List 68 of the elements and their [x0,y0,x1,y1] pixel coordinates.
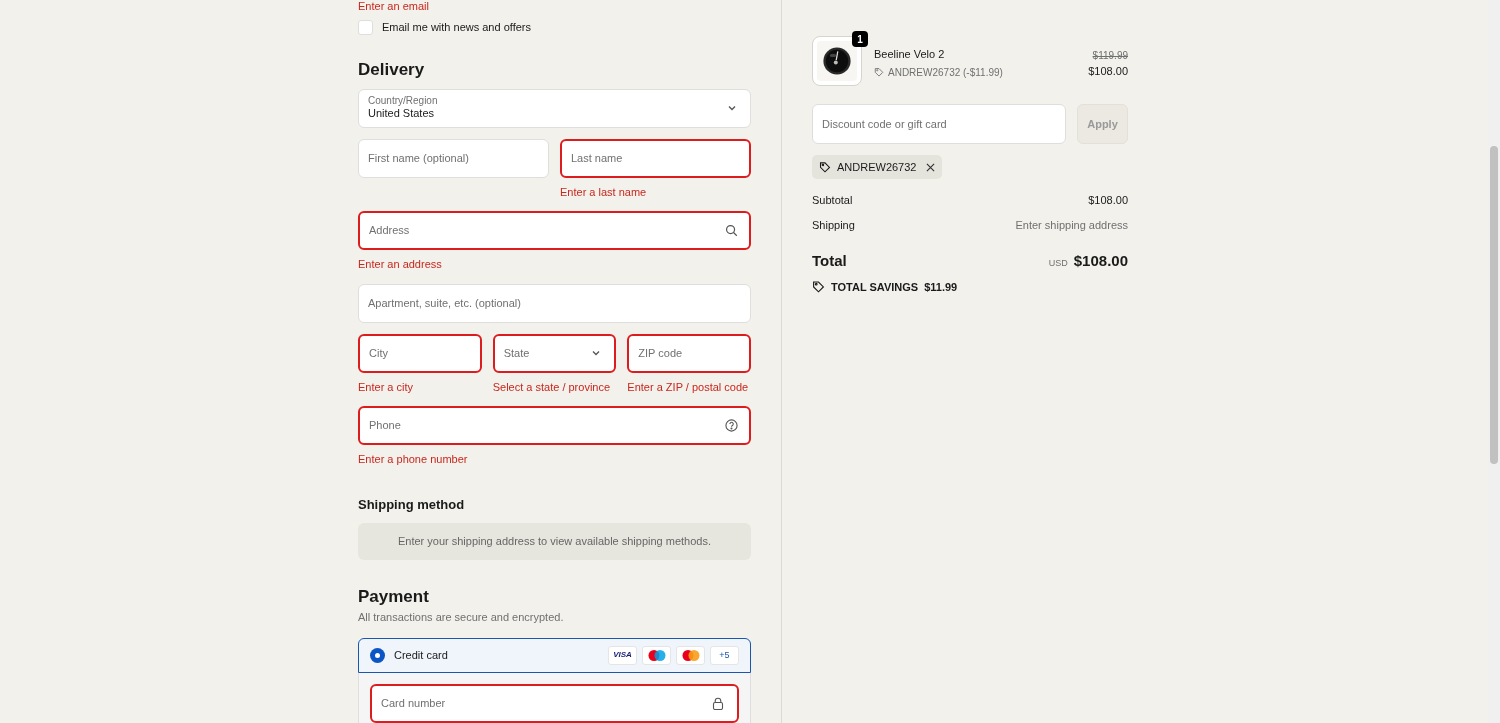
section-heading: Payment [358,586,430,608]
field-placeholder: City [369,345,389,361]
input-field[interactable]: Discount code or gift card [812,104,1066,144]
shipping-info-panel: Enter your shipping address to view available shipping methods. [358,523,751,560]
payment-option-label: Credit card [394,648,449,663]
payment-option[interactable]: Credit card VISA +5 [358,637,751,673]
checkbox[interactable] [358,19,373,35]
input-field[interactable]: Card number [370,684,739,723]
more-cards-badge: +5 [710,645,739,665]
error-message: Enter an address [358,257,443,272]
field-placeholder: Apartment, suite, etc. (optional) [368,295,522,311]
error-message: Enter a ZIP / postal code [627,379,750,395]
error-message: Enter a phone number [358,452,469,467]
maestro-badge [642,645,671,665]
input-field[interactable]: First name (optional) [358,138,549,178]
select-field[interactable]: Country/Region United States [358,88,751,128]
quantity-badge: 1 [852,31,868,47]
item-price: $108.00 [1088,64,1128,79]
chevron-down-icon [591,348,602,358]
field-placeholder: ZIP code [638,345,684,361]
input-field[interactable]: Apartment, suite, etc. (optional) [358,283,751,323]
input-field[interactable]: Last name [560,138,751,178]
field-placeholder: State [503,345,531,361]
close-icon[interactable] [926,162,936,172]
tag-icon [812,280,825,294]
savings-amount: $11.99 [924,279,958,295]
summary-label: Shipping [812,217,855,233]
field-placeholder: Discount code or gift card [822,116,947,132]
field-placeholder: Address [369,223,411,239]
checkbox-label: Email me with news and offers [382,20,531,35]
error-message: Enter a city [358,379,415,395]
error-message: Enter an email [358,0,430,12]
currency-code: USD [1048,257,1068,270]
field-placeholder: Phone [369,418,402,434]
total-label: Total [812,251,847,271]
radio-button[interactable] [370,647,385,663]
lock-icon [712,697,724,710]
field-label: Country/Region [368,94,439,108]
savings-label: TOTAL SAVINGS [831,279,919,295]
summary-value: $108.00 [1088,193,1128,208]
discount-note: ANDREW26732 (-$11.99) [888,65,1003,80]
section-heading: Delivery [358,58,426,81]
summary-label: Subtotal [812,193,853,208]
total-amount: $108.00 [1073,251,1128,271]
tag-icon [819,161,831,173]
input-field[interactable]: ZIP code [627,333,751,373]
summary-value: Enter shipping address [1015,217,1128,233]
input-field[interactable]: Phone [358,406,751,445]
product-name: Beeline Velo 2 [874,47,946,62]
help-icon [725,419,738,432]
input-field[interactable]: Address [358,211,751,250]
field-placeholder: First name (optional) [368,150,470,166]
mastercard-badge [676,645,705,665]
error-message: Enter a last name [560,184,648,200]
original-price: $119.99 [1092,49,1128,63]
section-heading: Shipping method [358,495,466,514]
section-subtitle: All transactions are secure and encrypted. [358,610,565,625]
select-field[interactable]: State [492,333,617,373]
tag-icon [874,67,884,77]
input-field[interactable]: City [358,333,482,373]
discount-code: ANDREW26732 [837,159,917,175]
field-value: United States [368,107,436,122]
chevron-down-icon [727,103,737,113]
search-icon [725,224,738,237]
field-placeholder: Card number [381,696,447,712]
visa-badge: VISA [608,645,637,665]
error-message: Select a state / province [492,379,612,395]
field-placeholder: Last name [571,150,624,166]
